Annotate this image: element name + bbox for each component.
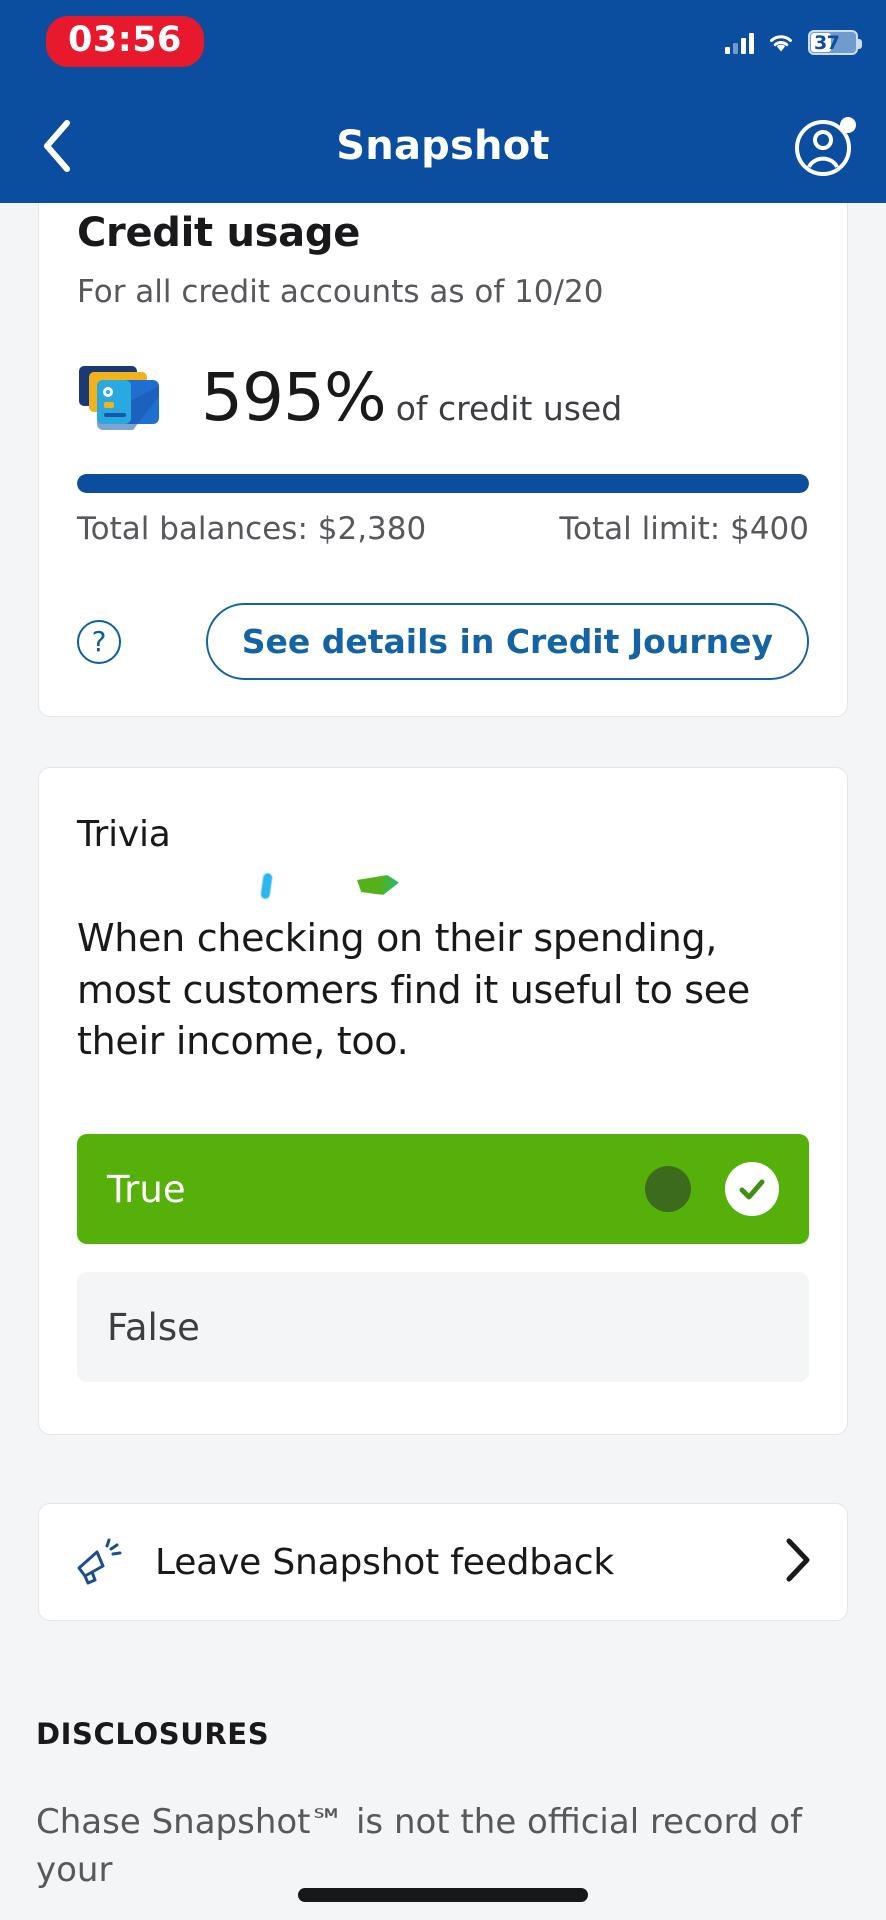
home-indicator bbox=[298, 1888, 588, 1902]
credit-usage-summary: 595% of credit used bbox=[77, 362, 809, 434]
disclosures-heading: DISCLOSURES bbox=[36, 1717, 270, 1752]
credit-usage-progress bbox=[77, 474, 809, 493]
battery-percent: 37 bbox=[814, 31, 840, 54]
trivia-title: Trivia bbox=[77, 814, 171, 855]
trivia-answers: True False bbox=[77, 1134, 809, 1383]
profile-button[interactable] bbox=[792, 113, 858, 179]
selection-dot-icon bbox=[645, 1166, 691, 1213]
blue-squiggle-icon bbox=[260, 872, 273, 900]
page-title: Snapshot bbox=[336, 122, 550, 169]
credit-usage-subtitle: For all credit accounts as of 10/20 bbox=[77, 274, 604, 310]
megaphone-icon bbox=[73, 1538, 127, 1586]
credit-usage-title: Credit usage bbox=[77, 210, 361, 256]
navigation-bar: Snapshot bbox=[0, 88, 886, 203]
chevron-left-icon bbox=[44, 119, 70, 172]
credit-usage-card: Credit usage For all credit accounts as … bbox=[38, 203, 848, 717]
disclosures-body: Chase Snapshot℠ is not the official reco… bbox=[36, 1802, 803, 1890]
trivia-decoration bbox=[77, 865, 809, 909]
credit-usage-actions: ? See details in Credit Journey bbox=[77, 603, 809, 680]
total-balances: Total balances: $2,380 bbox=[77, 511, 427, 547]
question-mark-circle-icon[interactable]: ? bbox=[77, 619, 121, 664]
check-circle-icon bbox=[725, 1162, 779, 1217]
trivia-card: Trivia When checking on their spending, … bbox=[38, 767, 848, 1436]
trivia-answer-true[interactable]: True bbox=[77, 1134, 809, 1245]
status-indicators: 37 bbox=[725, 30, 862, 55]
green-arrow-icon bbox=[357, 875, 399, 895]
see-details-credit-journey-button[interactable]: See details in Credit Journey bbox=[205, 603, 809, 680]
chevron-right-icon bbox=[783, 1537, 813, 1587]
trivia-question: When checking on their spending, most cu… bbox=[77, 916, 750, 1064]
help-glyph: ? bbox=[91, 625, 107, 658]
snapshot-screen: 03:56 37 Snapshot Credit usage For all c… bbox=[0, 0, 886, 1920]
credit-usage-totals: Total balances: $2,380 Total limit: $400 bbox=[77, 511, 809, 547]
scroll-content[interactable]: Credit usage For all credit accounts as … bbox=[0, 203, 886, 1920]
status-bar: 03:56 37 bbox=[0, 0, 886, 88]
back-button[interactable] bbox=[26, 115, 88, 177]
total-limit: Total limit: $400 bbox=[559, 511, 809, 547]
trivia-answer-label: False bbox=[107, 1305, 200, 1349]
battery-icon: 37 bbox=[808, 30, 862, 55]
disclosures-section: DISCLOSURES Chase Snapshot℠ is not the o… bbox=[0, 1717, 886, 1894]
credit-usage-progress-fill bbox=[77, 474, 809, 493]
leave-feedback-row[interactable]: Leave Snapshot feedback bbox=[38, 1503, 848, 1622]
credit-cards-icon bbox=[77, 362, 173, 434]
credit-used-percent: 595% bbox=[201, 359, 387, 436]
leave-feedback-label: Leave Snapshot feedback bbox=[155, 1541, 615, 1583]
trivia-answer-label: True bbox=[107, 1167, 186, 1211]
trivia-answer-false[interactable]: False bbox=[77, 1272, 809, 1383]
cellular-signal-icon bbox=[725, 32, 754, 54]
status-time: 03:56 bbox=[46, 16, 204, 67]
credit-used-label: of credit used bbox=[395, 389, 623, 428]
user-avatar-icon bbox=[795, 116, 856, 176]
wifi-icon bbox=[767, 32, 795, 54]
